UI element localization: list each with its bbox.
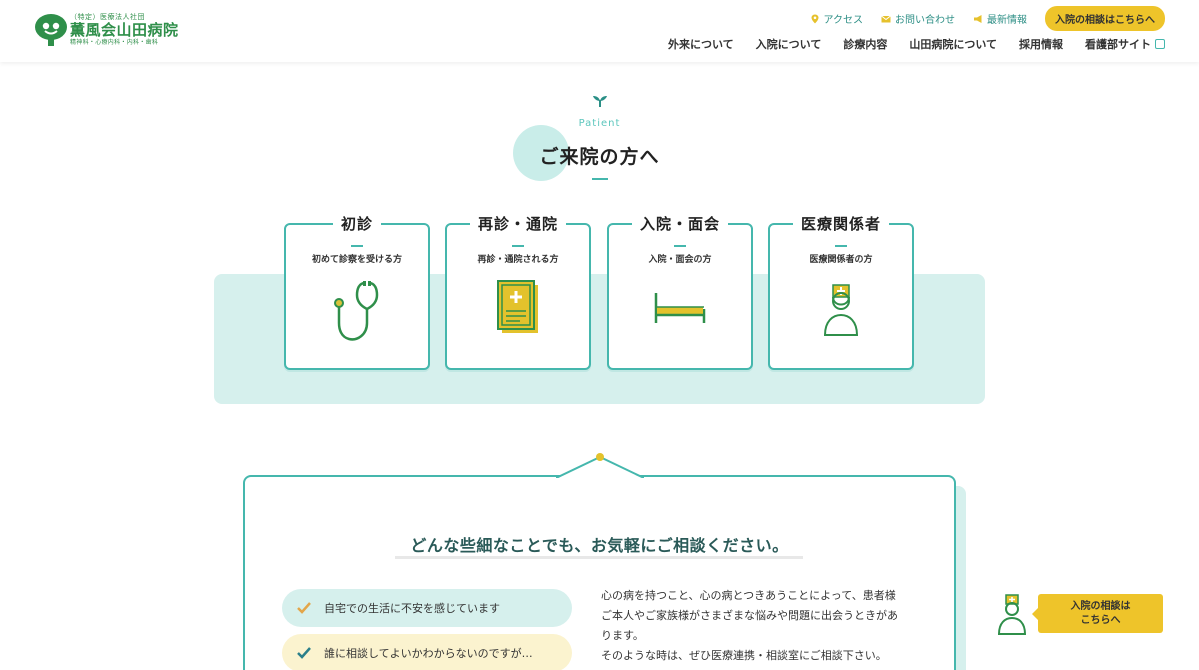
floating-cta-label: 入院の相談は こちらへ — [1070, 600, 1131, 626]
utility-nav: アクセス お問い合わせ 最新情報 入院の相談はこちらへ — [810, 6, 1165, 31]
map-pin-icon — [810, 14, 820, 24]
paragraph-line: ご本人やご家族様がさまざまな悩みや問題に出会うときがあ — [601, 609, 898, 622]
sprout-icon — [591, 93, 609, 112]
megaphone-icon — [973, 14, 983, 24]
access-label: アクセス — [823, 15, 864, 26]
paragraph-line: 心の病を持つこと、心の病とつきあうことによって、患者様 — [601, 589, 896, 602]
contact-link[interactable]: お問い合わせ — [881, 11, 955, 26]
access-link[interactable]: アクセス — [810, 11, 864, 26]
card-title: 初診 — [332, 213, 381, 234]
nurse-icon[interactable] — [996, 594, 1028, 640]
nav-outpatient[interactable]: 外来について — [668, 36, 734, 52]
external-link-icon — [1155, 39, 1165, 49]
card-divider — [512, 245, 524, 247]
heading-underline — [395, 556, 803, 559]
check-item: 自宅での生活に不安を感じています — [282, 589, 572, 627]
card-divider — [674, 245, 686, 247]
nav-admission[interactable]: 入院について — [756, 36, 822, 52]
check-item-label: 自宅での生活に不安を感じています — [324, 602, 500, 615]
check-icon — [296, 600, 312, 616]
medical-record-icon — [447, 277, 589, 339]
logo-departments: 精神科・心療内科・内科・歯科 — [70, 39, 159, 46]
nurse-icon — [770, 277, 912, 339]
nav-nursing-label: 看護部サイト — [1085, 38, 1151, 51]
logo-subtitle: （特定）医療法人社団 — [70, 13, 145, 21]
card-admission-visit[interactable]: 入院・面会 入院・面会の方 — [607, 213, 753, 370]
nav-nursing-site[interactable]: 看護部サイト — [1085, 36, 1165, 52]
stethoscope-icon — [286, 277, 428, 347]
card-subtitle: 初めて診察を受ける方 — [311, 255, 402, 265]
card-revisit[interactable]: 再診・通院 再診・通院される方 — [445, 213, 591, 370]
check-item-label: 誰に相談してよいかわからないのですが… — [324, 647, 533, 660]
section-title: ご来院の方へ — [539, 146, 660, 168]
card-title: 再診・通院 — [469, 213, 566, 234]
nav-recruit[interactable]: 採用情報 — [1019, 36, 1063, 52]
site-header: （特定）医療法人社団 薫風会山田病院 精神科・心療内科・内科・歯科 アクセス お… — [0, 0, 1199, 62]
mail-icon — [881, 14, 891, 24]
card-medical-professionals[interactable]: 医療関係者 医療関係者の方 — [768, 213, 914, 370]
paragraph-line: ります。 — [601, 629, 644, 642]
card-subtitle: 再診・通院される方 — [477, 255, 559, 265]
nav-treatment[interactable]: 診療内容 — [843, 36, 887, 52]
card-subtitle: 医療関係者の方 — [809, 255, 873, 265]
logo-name: 薫風会山田病院 — [70, 21, 179, 39]
card-divider — [835, 245, 847, 247]
card-first-visit[interactable]: 初診 初めて診察を受ける方 — [284, 213, 430, 370]
card-title: 入院・面会 — [631, 213, 728, 234]
logo[interactable]: （特定）医療法人社団 薫風会山田病院 精神科・心療内科・内科・歯科 — [34, 13, 179, 47]
contact-label: お問い合わせ — [895, 15, 955, 26]
check-item: 誰に相談してよいかわからないのですが… — [282, 634, 572, 670]
news-link[interactable]: 最新情報 — [973, 11, 1027, 26]
panel-peak-decoration — [555, 452, 645, 482]
news-label: 最新情報 — [987, 15, 1027, 26]
section-eyebrow: Patient — [578, 118, 621, 129]
check-icon — [296, 645, 312, 661]
nav-about[interactable]: 山田病院について — [909, 36, 997, 52]
logo-tree-icon — [34, 13, 68, 47]
paragraph-line: そのような時は、ぜひ医療連携・相談室にご相談下さい。 — [601, 649, 887, 662]
title-underline — [592, 178, 608, 180]
main-nav: 外来について 入院について 診療内容 山田病院について 採用情報 看護部サイト — [668, 36, 1165, 52]
bed-icon — [609, 277, 751, 337]
consult-heading: どんな些細なことでも、お気軽にご相談ください。 — [410, 536, 789, 555]
card-title: 医療関係者 — [792, 213, 889, 234]
card-divider — [351, 245, 363, 247]
card-subtitle: 入院・面会の方 — [648, 255, 712, 265]
admission-consult-button[interactable]: 入院の相談はこちらへ — [1045, 6, 1165, 31]
floating-admission-consult-button[interactable]: 入院の相談は こちらへ — [1032, 594, 1163, 633]
consult-paragraph: 心の病を持つこと、心の病とつきあうことによって、患者様 ご本人やご家族様がさまざ… — [601, 586, 921, 666]
